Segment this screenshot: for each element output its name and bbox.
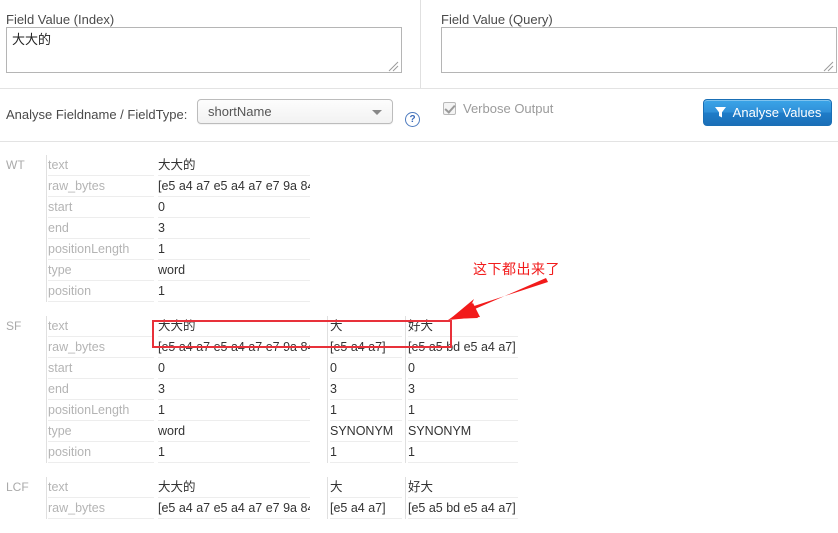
- analysis-group: SF text raw_bytes start end positionLength typ…: [0, 316, 838, 463]
- token-position-value: 1: [158, 442, 310, 463]
- token-column: 大 [e5 a4 a7]: [330, 477, 402, 519]
- attribute-label: position: [48, 281, 154, 302]
- token-position-value: 1: [408, 442, 518, 463]
- token-text-value: 大: [330, 316, 402, 337]
- attribute-label-column: text raw_bytes start end positionLength type p…: [48, 155, 154, 302]
- help-icon[interactable]: ?: [405, 112, 420, 127]
- analyse-values-button[interactable]: Analyse Values: [703, 99, 832, 126]
- analysis-group-name: LCF: [6, 480, 29, 494]
- token-type-value: SYNONYM: [330, 421, 402, 442]
- token-text-value: 大大的: [158, 316, 310, 337]
- attribute-label: start: [48, 358, 154, 379]
- field-value-index-label: Field Value (Index): [6, 12, 115, 27]
- field-value-query-label: Field Value (Query): [441, 12, 553, 27]
- token-raw_bytes-value: [e5 a4 a7 e5 a4 a7 e7 9a 84]: [158, 337, 310, 358]
- field-value-query-input[interactable]: [441, 27, 837, 73]
- token-end-value: 3: [408, 379, 518, 400]
- field-value-section: Field Value (Index) Field Value (Query): [0, 0, 838, 88]
- token-positionLength-value: 1: [158, 400, 310, 421]
- analysis-results-table: WT text raw_bytes start end positionLength typ…: [0, 155, 838, 519]
- token-column: 好大 [e5 a5 bd e5 a4 a7]: [408, 477, 518, 519]
- analysis-group-name: WT: [6, 158, 25, 172]
- divider-bottom: [0, 141, 838, 142]
- analysis-group: LCF text raw_bytes 大大的 [e5 a4 a7 e5 a4 a7 e7…: [0, 477, 838, 519]
- token-positionLength-value: 1: [158, 239, 310, 260]
- token-column: 好大 [e5 a5 bd e5 a4 a7] 0 3 1 SYNONYM 1: [408, 316, 518, 463]
- token-raw_bytes-value: [e5 a4 a7 e5 a4 a7 e7 9a 84]: [158, 176, 310, 197]
- token-raw_bytes-value: [e5 a4 a7]: [330, 498, 402, 519]
- token-end-value: 3: [158, 379, 310, 400]
- token-raw_bytes-value: [e5 a5 bd e5 a4 a7]: [408, 337, 518, 358]
- analyse-values-button-label: Analyse Values: [732, 105, 822, 120]
- token-text-value: 大: [330, 477, 402, 498]
- analysis-group: WT text raw_bytes start end positionLength typ…: [0, 155, 838, 302]
- token-positionLength-value: 1: [330, 400, 402, 421]
- attribute-label: end: [48, 379, 154, 400]
- token-column: 大大的 [e5 a4 a7 e5 a4 a7 e7 9a 84] 0 3 1 word 1: [158, 155, 310, 302]
- attribute-label: type: [48, 260, 154, 281]
- token-text-value: 好大: [408, 477, 518, 498]
- group-separator: [46, 477, 47, 519]
- vertical-divider: [420, 0, 421, 88]
- solr-analysis-page: Field Value (Index) Field Value (Query) …: [0, 0, 838, 533]
- field-value-index-input[interactable]: [6, 27, 402, 73]
- token-column-separator: [327, 316, 328, 463]
- annotation-arrow-icon: [448, 278, 548, 320]
- analysis-group-name: SF: [6, 319, 22, 333]
- token-column-separator: [327, 477, 328, 519]
- token-position-value: 1: [330, 442, 402, 463]
- group-separator: [46, 155, 47, 302]
- token-position-value: 1: [158, 281, 310, 302]
- token-type-value: word: [158, 421, 310, 442]
- verbose-output-label: Verbose Output: [463, 101, 554, 116]
- verbose-checkbox[interactable]: [443, 102, 456, 115]
- chevron-down-icon: [372, 110, 382, 115]
- attribute-label-column: text raw_bytes start end positionLength type p…: [48, 316, 154, 463]
- attribute-label-column: text raw_bytes: [48, 477, 154, 519]
- token-text-value: 大大的: [158, 477, 310, 498]
- attribute-label: raw_bytes: [48, 337, 154, 358]
- token-column: 大大的 [e5 a4 a7 e5 a4 a7 e7 9a 84]: [158, 477, 310, 519]
- attribute-label: raw_bytes: [48, 498, 154, 519]
- token-start-value: 0: [408, 358, 518, 379]
- token-start-value: 0: [158, 197, 310, 218]
- token-positionLength-value: 1: [408, 400, 518, 421]
- token-column: 大大的 [e5 a4 a7 e5 a4 a7 e7 9a 84] 0 3 1 word 1: [158, 316, 310, 463]
- annotation-text: 这下都出来了: [473, 262, 560, 278]
- attribute-label: text: [48, 477, 154, 498]
- attribute-label: end: [48, 218, 154, 239]
- token-end-value: 3: [158, 218, 310, 239]
- analyse-fieldtype-label: Analyse Fieldname / FieldType:: [6, 107, 188, 122]
- attribute-label: positionLength: [48, 239, 154, 260]
- verbose-output-toggle[interactable]: Verbose Output: [443, 101, 553, 116]
- attribute-label: text: [48, 155, 154, 176]
- group-separator: [46, 316, 47, 463]
- token-start-value: 0: [330, 358, 402, 379]
- attribute-label: positionLength: [48, 400, 154, 421]
- token-column: 大 [e5 a4 a7] 0 3 1 SYNONYM 1: [330, 316, 402, 463]
- token-start-value: 0: [158, 358, 310, 379]
- token-text-value: 大大的: [158, 155, 310, 176]
- attribute-label: position: [48, 442, 154, 463]
- token-column-separator: [405, 316, 406, 463]
- token-end-value: 3: [330, 379, 402, 400]
- funnel-icon: [714, 107, 726, 118]
- attribute-label: start: [48, 197, 154, 218]
- fieldtype-select-value: shortName: [208, 104, 272, 119]
- fieldtype-select[interactable]: shortName: [197, 99, 393, 124]
- token-raw_bytes-value: [e5 a4 a7 e5 a4 a7 e7 9a 84]: [158, 498, 310, 519]
- token-raw_bytes-value: [e5 a4 a7]: [330, 337, 402, 358]
- token-type-value: SYNONYM: [408, 421, 518, 442]
- token-column-separator: [405, 477, 406, 519]
- attribute-label: text: [48, 316, 154, 337]
- token-raw_bytes-value: [e5 a5 bd e5 a4 a7]: [408, 498, 518, 519]
- attribute-label: raw_bytes: [48, 176, 154, 197]
- token-type-value: word: [158, 260, 310, 281]
- attribute-label: type: [48, 421, 154, 442]
